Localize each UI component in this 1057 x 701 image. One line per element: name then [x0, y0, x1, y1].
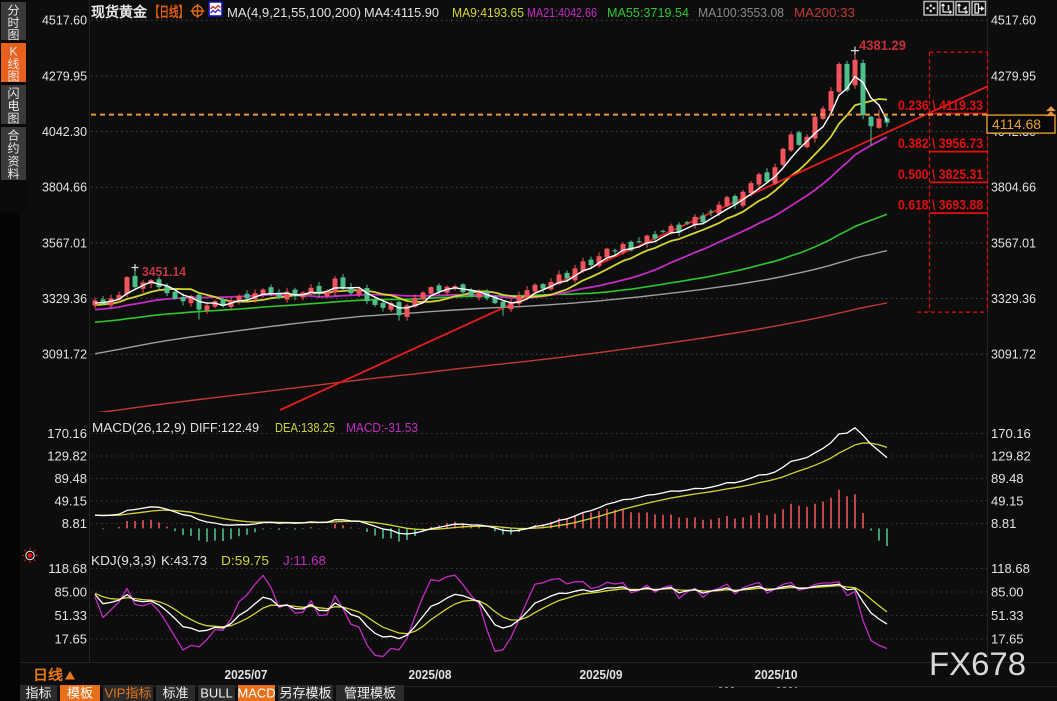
svg-text:3804.66: 3804.66 [42, 180, 87, 195]
svg-text:8.81: 8.81 [991, 516, 1016, 531]
svg-text:料: 料 [7, 167, 19, 181]
svg-text:3329.36: 3329.36 [42, 291, 87, 306]
svg-text:管理模板: 管理模板 [344, 686, 396, 701]
svg-text:MACD(26,12,9): MACD(26,12,9) [92, 420, 186, 435]
svg-text:85.00: 85.00 [54, 585, 87, 600]
svg-text:0.618 \ 3693.88: 0.618 \ 3693.88 [898, 198, 983, 213]
svg-text:约: 约 [7, 140, 19, 155]
svg-text:资: 资 [7, 154, 19, 168]
svg-text:标准: 标准 [162, 686, 188, 701]
svg-text:VIP指标: VIP指标 [105, 686, 152, 701]
svg-text:129.82: 129.82 [47, 449, 87, 464]
svg-text:3091.72: 3091.72 [991, 347, 1036, 362]
svg-text:【日线】: 【日线】 [150, 4, 188, 20]
svg-text:4279.95: 4279.95 [991, 68, 1036, 83]
svg-text:0.236 \ 4119.33: 0.236 \ 4119.33 [898, 98, 983, 113]
svg-text:51.33: 51.33 [54, 608, 87, 623]
svg-text:118.68: 118.68 [48, 561, 87, 576]
svg-text:图: 图 [7, 70, 19, 84]
svg-text:BULL: BULL [200, 686, 233, 701]
svg-text:17.65: 17.65 [991, 632, 1024, 647]
svg-text:4279.95: 4279.95 [42, 68, 87, 83]
svg-text:3329.36: 3329.36 [991, 291, 1036, 306]
svg-text:另存模板: 另存模板 [279, 686, 331, 701]
svg-text:2025/09: 2025/09 [580, 667, 623, 682]
svg-text:MA100:3553.08: MA100:3553.08 [698, 5, 784, 20]
svg-text:0.500 \ 3825.31: 0.500 \ 3825.31 [898, 167, 983, 182]
svg-text:4042.30: 4042.30 [42, 124, 87, 139]
svg-text:FX678: FX678 [929, 646, 1026, 682]
svg-text:MACD: MACD [237, 686, 275, 701]
svg-text:MA200:33: MA200:33 [794, 5, 855, 20]
svg-text:KDJ(9,3,3): KDJ(9,3,3) [91, 553, 156, 568]
svg-text:89.48: 89.48 [54, 471, 87, 486]
svg-text:MA(4,9,21,55,100,200): MA(4,9,21,55,100,200) [227, 5, 361, 20]
svg-text:49.15: 49.15 [54, 494, 87, 509]
svg-text:2025/08: 2025/08 [409, 667, 452, 682]
svg-text:4517.60: 4517.60 [991, 13, 1036, 28]
svg-text:0.382 \ 3956.73: 0.382 \ 3956.73 [898, 136, 983, 151]
svg-text:MA55:3719.54: MA55:3719.54 [607, 5, 689, 20]
svg-text:2025/07: 2025/07 [225, 667, 268, 682]
svg-text:图: 图 [7, 28, 19, 42]
svg-text:现货黄金: 现货黄金 [91, 4, 148, 20]
svg-text:3804.66: 3804.66 [991, 180, 1036, 195]
svg-text:MA21:4042.66: MA21:4042.66 [527, 5, 597, 20]
svg-text:3451.14: 3451.14 [142, 264, 187, 279]
svg-text:图: 图 [7, 112, 19, 126]
svg-text:4114.68: 4114.68 [992, 116, 1041, 132]
svg-text:129.82: 129.82 [991, 449, 1031, 464]
svg-text:MA9:4193.65: MA9:4193.65 [452, 5, 524, 20]
svg-text:4517.60: 4517.60 [42, 13, 87, 28]
svg-text:J:11.68: J:11.68 [283, 553, 326, 568]
svg-text:51.33: 51.33 [991, 608, 1024, 623]
svg-text:8.81: 8.81 [62, 516, 87, 531]
svg-text:合: 合 [7, 128, 19, 143]
svg-text:MA4:4115.90: MA4:4115.90 [364, 5, 439, 20]
svg-text:3567.01: 3567.01 [42, 235, 87, 250]
svg-text:17.65: 17.65 [54, 632, 87, 647]
svg-text:指标: 指标 [25, 686, 51, 701]
svg-text:170.16: 170.16 [991, 426, 1031, 441]
svg-text:K:43.73: K:43.73 [161, 553, 207, 568]
svg-text:模板: 模板 [67, 686, 93, 701]
svg-text:85.00: 85.00 [991, 585, 1024, 600]
svg-text:4381.29: 4381.29 [859, 37, 906, 53]
svg-text:日线: 日线 [33, 667, 63, 683]
svg-text:2025/10: 2025/10 [755, 667, 798, 682]
svg-text:DIFF:122.49: DIFF:122.49 [190, 420, 259, 435]
svg-text:49.15: 49.15 [991, 494, 1024, 509]
svg-text:118.68: 118.68 [991, 561, 1030, 576]
svg-text:3091.72: 3091.72 [42, 347, 87, 362]
svg-text:3567.01: 3567.01 [991, 235, 1036, 250]
svg-text:D:59.75: D:59.75 [221, 553, 269, 568]
svg-text:DEA:138.25: DEA:138.25 [275, 420, 335, 435]
svg-text:170.16: 170.16 [47, 426, 87, 441]
svg-text:89.48: 89.48 [991, 471, 1024, 486]
svg-text:MACD:-31.53: MACD:-31.53 [346, 420, 418, 435]
